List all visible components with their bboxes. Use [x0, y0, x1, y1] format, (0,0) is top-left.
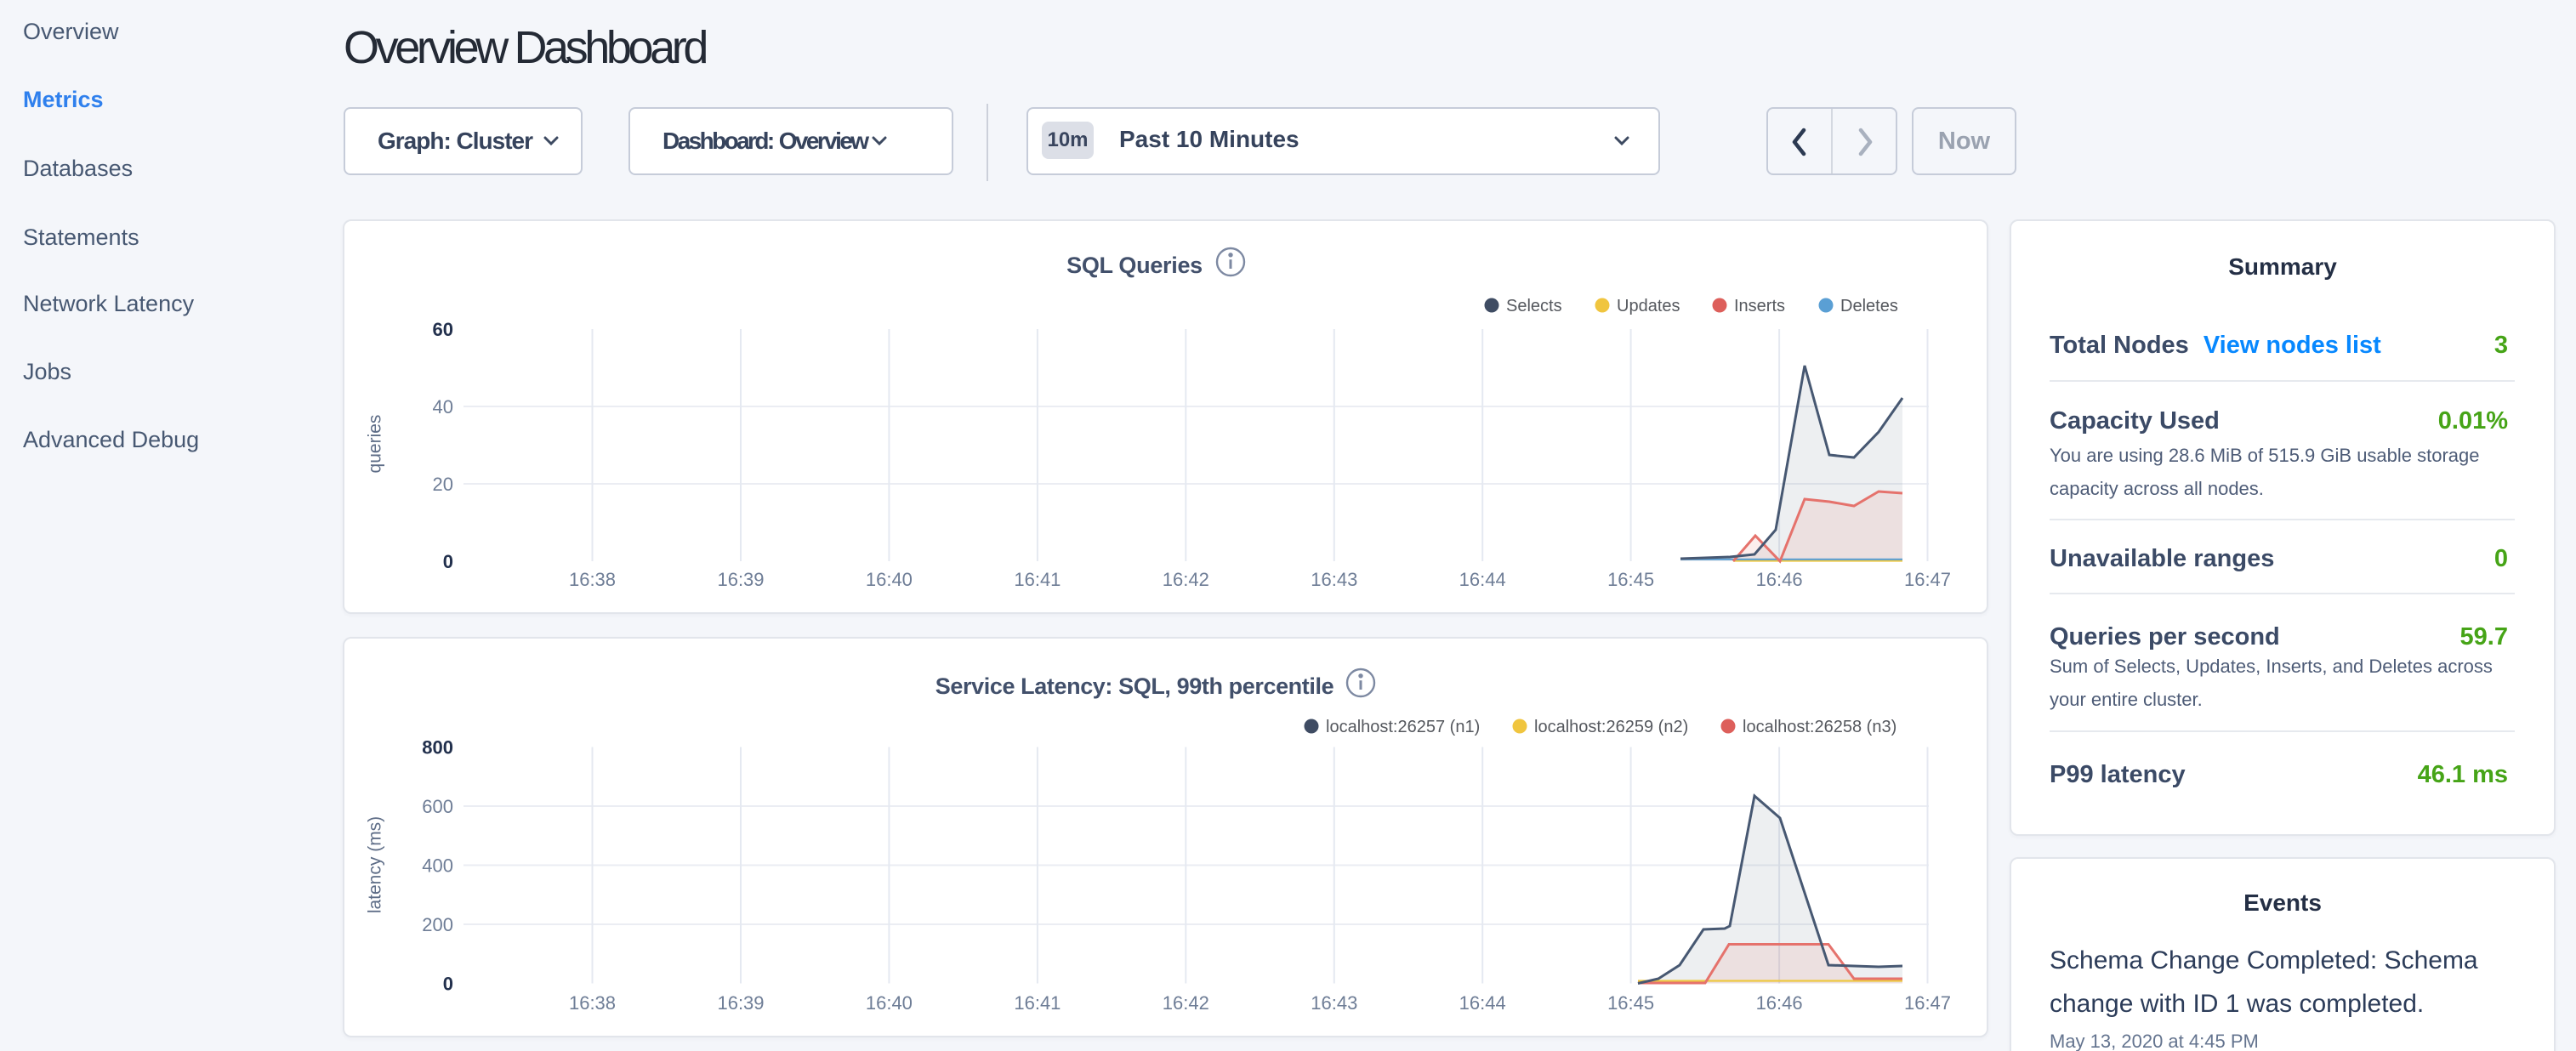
svg-text:16:42: 16:42: [1163, 569, 1209, 590]
svg-text:16:47: 16:47: [1904, 569, 1951, 590]
svg-text:Inserts: Inserts: [1734, 297, 1785, 315]
svg-text:queries: queries: [366, 415, 385, 474]
svg-text:16:47: 16:47: [1904, 992, 1951, 1014]
svg-text:16:39: 16:39: [717, 992, 764, 1014]
svg-text:16:40: 16:40: [866, 992, 913, 1014]
svg-text:16:39: 16:39: [717, 569, 764, 590]
svg-text:16:38: 16:38: [569, 992, 616, 1014]
svg-text:16:40: 16:40: [866, 569, 913, 590]
svg-text:16:46: 16:46: [1756, 992, 1803, 1014]
svg-text:latency (ms): latency (ms): [366, 816, 385, 913]
svg-text:16:45: 16:45: [1607, 569, 1654, 590]
svg-text:Updates: Updates: [1617, 297, 1680, 315]
svg-text:Selects: Selects: [1506, 297, 1562, 315]
svg-text:localhost:26259 (n2): localhost:26259 (n2): [1534, 718, 1688, 736]
svg-text:16:43: 16:43: [1311, 992, 1357, 1014]
svg-text:16:43: 16:43: [1311, 569, 1357, 590]
svg-text:800: 800: [422, 737, 453, 758]
svg-text:Deletes: Deletes: [1840, 297, 1898, 315]
svg-text:0: 0: [443, 974, 453, 995]
svg-text:40: 40: [433, 396, 453, 418]
svg-text:localhost:26258 (n3): localhost:26258 (n3): [1743, 718, 1896, 736]
svg-text:16:44: 16:44: [1459, 569, 1506, 590]
svg-text:60: 60: [433, 319, 453, 340]
svg-text:16:38: 16:38: [569, 569, 616, 590]
svg-text:SQL Queries: SQL Queries: [1066, 253, 1203, 278]
svg-text:localhost:26257 (n1): localhost:26257 (n1): [1326, 718, 1480, 736]
svg-text:16:45: 16:45: [1607, 992, 1654, 1014]
svg-text:Service Latency: SQL, 99th per: Service Latency: SQL, 99th percentile: [935, 673, 1334, 699]
svg-text:16:42: 16:42: [1163, 992, 1209, 1014]
svg-text:16:44: 16:44: [1459, 992, 1506, 1014]
svg-text:16:46: 16:46: [1756, 569, 1803, 590]
svg-text:16:41: 16:41: [1014, 992, 1061, 1014]
svg-text:16:41: 16:41: [1014, 569, 1061, 590]
svg-text:400: 400: [422, 855, 453, 877]
svg-text:600: 600: [422, 796, 453, 817]
svg-text:0: 0: [443, 551, 453, 572]
svg-text:20: 20: [433, 474, 453, 495]
svg-text:200: 200: [422, 914, 453, 935]
